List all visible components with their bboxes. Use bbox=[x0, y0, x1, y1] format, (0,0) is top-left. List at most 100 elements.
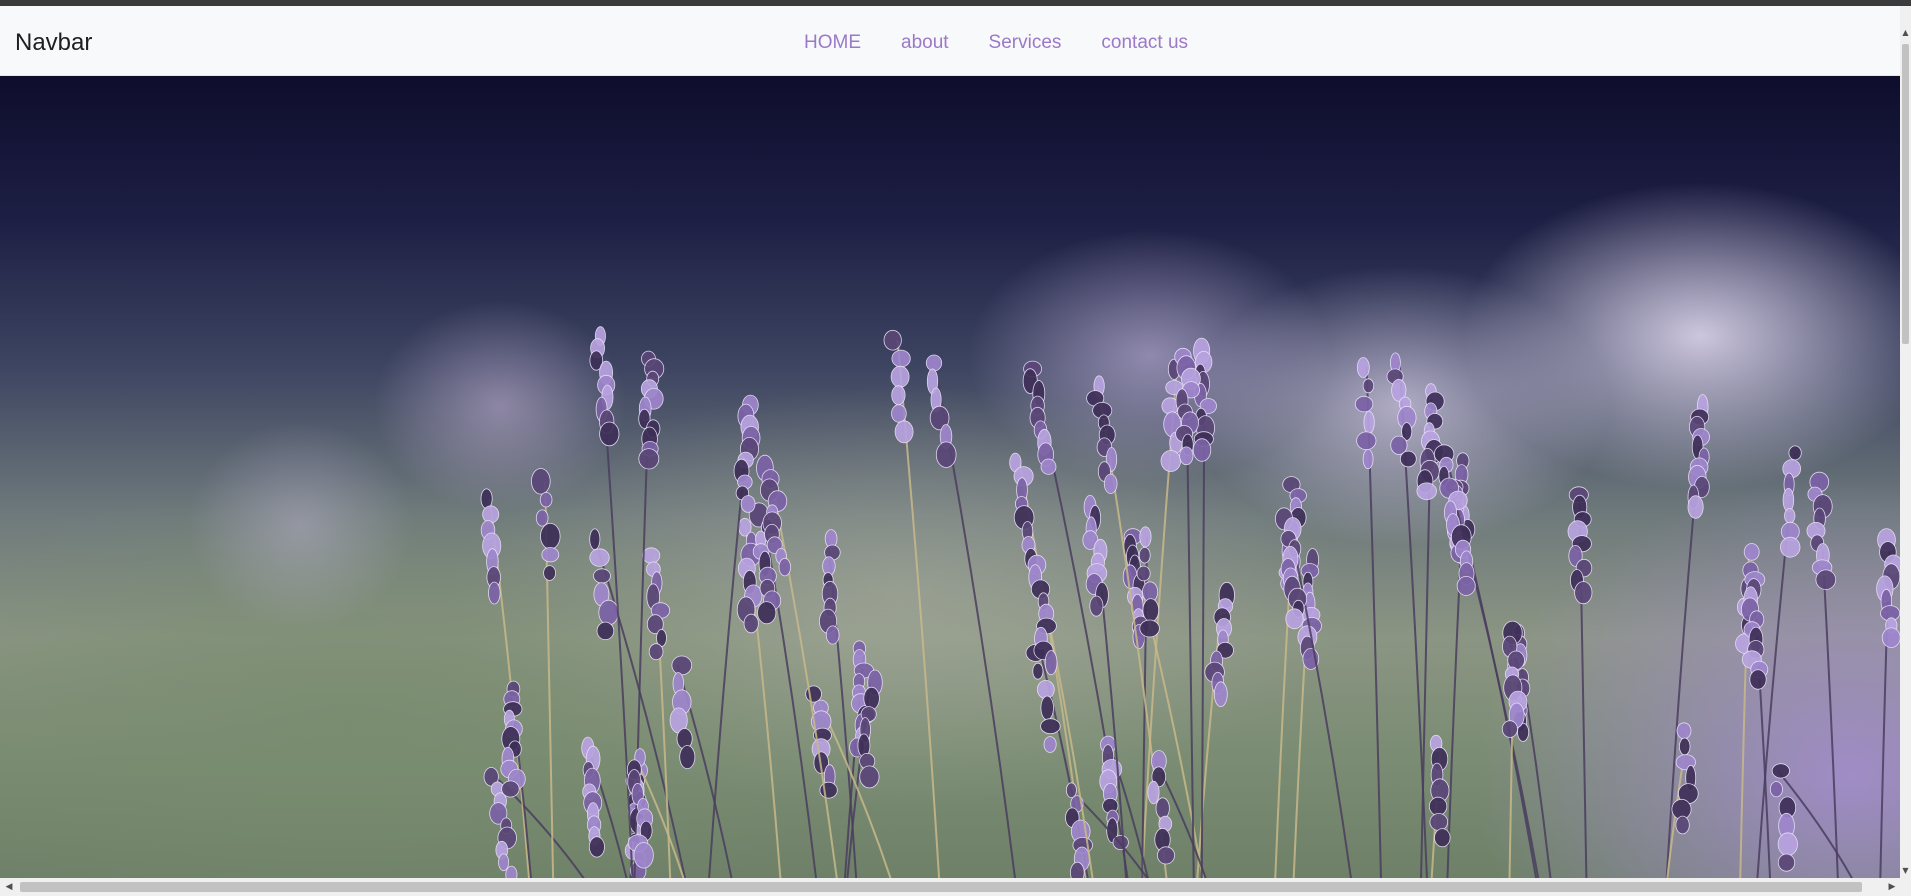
lavender-bud bbox=[1749, 669, 1767, 690]
lavender-bud bbox=[1155, 797, 1170, 819]
scroll-left-arrow-icon[interactable]: ◀ bbox=[2, 878, 16, 896]
navbar-brand[interactable]: Navbar bbox=[15, 28, 92, 58]
lavender-bud bbox=[1434, 828, 1451, 848]
lavender-bud bbox=[1089, 595, 1104, 617]
browser-viewport: Navbar HOME about Services contact us ▲ … bbox=[0, 0, 1911, 896]
lavender-bud bbox=[1179, 446, 1194, 466]
scroll-down-arrow-icon[interactable]: ▼ bbox=[1900, 864, 1911, 878]
lavender-bud bbox=[1147, 780, 1160, 805]
lavender-bud bbox=[1429, 813, 1449, 831]
lavender-bud bbox=[1139, 619, 1160, 638]
nav-link-contact-us[interactable]: contact us bbox=[1081, 30, 1208, 56]
lavender-bud bbox=[642, 547, 661, 564]
lavender-bud bbox=[1356, 431, 1377, 451]
lavender-bud bbox=[498, 853, 510, 872]
lavender-bud bbox=[1040, 458, 1057, 475]
lavender-bud bbox=[648, 643, 664, 661]
lavender-bud bbox=[1399, 450, 1417, 468]
lavender-bud bbox=[1142, 598, 1160, 623]
lavender-bud bbox=[1070, 861, 1085, 878]
lavender-bud bbox=[1363, 410, 1375, 434]
lavender-bud bbox=[891, 404, 907, 423]
horizontal-scroll-thumb[interactable] bbox=[20, 882, 1862, 892]
navbar: Navbar HOME about Services contact us bbox=[0, 6, 1900, 76]
lavender-bud bbox=[1779, 536, 1801, 558]
lavender-bud bbox=[925, 354, 943, 372]
lavender-bud bbox=[1139, 526, 1152, 548]
lavender-bud bbox=[859, 765, 880, 789]
horizontal-scrollbar[interactable]: ◀ ▶ bbox=[0, 878, 1911, 896]
lavender-bud bbox=[1040, 695, 1054, 721]
lavender-bud bbox=[598, 599, 619, 626]
lavender-bud bbox=[1456, 575, 1476, 596]
lavender-bud bbox=[1362, 378, 1375, 394]
lavender-bud bbox=[505, 865, 518, 878]
lavender-bud bbox=[1136, 565, 1151, 582]
lavender-bud bbox=[1501, 720, 1518, 738]
lavender-bud bbox=[1044, 650, 1058, 676]
lavender-bud bbox=[1416, 482, 1437, 501]
lavender-bud bbox=[1788, 445, 1802, 461]
scroll-up-arrow-icon[interactable]: ▲ bbox=[1900, 26, 1911, 40]
lavender-bud bbox=[540, 522, 561, 550]
lavender-bud bbox=[1777, 832, 1798, 856]
lavender-bud bbox=[1354, 395, 1374, 413]
lavender-bud bbox=[596, 621, 615, 641]
lavender-bud bbox=[1213, 681, 1228, 707]
lavender-bud bbox=[757, 601, 777, 625]
lavender-bud bbox=[825, 625, 840, 645]
lavender-bud bbox=[1285, 608, 1304, 630]
lavender-bud bbox=[589, 528, 601, 551]
nav-link-services[interactable]: Services bbox=[969, 30, 1082, 56]
lavender-bud bbox=[1675, 815, 1690, 835]
lavender-bud bbox=[1881, 627, 1900, 648]
lavender-bud bbox=[1743, 543, 1760, 561]
lavender-bud bbox=[894, 420, 914, 444]
lavender-bud bbox=[1362, 449, 1374, 470]
lavender-bud bbox=[633, 842, 654, 869]
lavender-bud bbox=[1065, 782, 1077, 798]
lavender-bud bbox=[743, 613, 759, 634]
lavender-flowers-illustration bbox=[480, 326, 1900, 878]
lavender-bud bbox=[593, 568, 611, 584]
lavender-bud bbox=[671, 655, 693, 676]
lavender-bud bbox=[819, 781, 838, 799]
nav-link-home[interactable]: HOME bbox=[784, 30, 881, 56]
lavender-bud bbox=[891, 349, 911, 368]
lavender-bud bbox=[1356, 357, 1370, 378]
lavender-bud bbox=[1032, 662, 1044, 680]
lavender-bud bbox=[935, 441, 957, 468]
lavender-bud bbox=[1040, 718, 1061, 735]
lavender-bud bbox=[1676, 722, 1692, 740]
lavender-bud bbox=[1777, 853, 1796, 872]
lavender-bud bbox=[1574, 581, 1593, 605]
lavender-bud bbox=[1678, 737, 1691, 756]
lavender-bud bbox=[1815, 569, 1837, 590]
lavender-bud bbox=[1043, 736, 1057, 753]
lavender-bud bbox=[1192, 438, 1212, 462]
lavender-bud bbox=[891, 385, 906, 406]
lavender-bud bbox=[501, 780, 520, 798]
scroll-right-arrow-icon[interactable]: ▶ bbox=[1885, 878, 1899, 896]
lavender-bud bbox=[883, 329, 902, 351]
lavender-bud bbox=[1103, 473, 1118, 494]
lavender-bud bbox=[778, 557, 792, 577]
lavender-bud bbox=[1507, 650, 1525, 671]
lavender-bud bbox=[535, 509, 549, 527]
nav-link-about[interactable]: about bbox=[881, 30, 969, 56]
lavender-bud bbox=[588, 836, 605, 858]
lavender-bud bbox=[543, 565, 556, 581]
vertical-scroll-thumb[interactable] bbox=[1902, 44, 1909, 344]
lavender-bud bbox=[599, 421, 620, 447]
lavender-bud bbox=[740, 495, 756, 513]
hero-image bbox=[0, 76, 1900, 878]
lavender-bud bbox=[541, 547, 560, 563]
lavender-bud bbox=[1138, 546, 1151, 564]
lavender-bud bbox=[1428, 796, 1448, 816]
lavender-bud bbox=[863, 686, 880, 711]
lavender-bud bbox=[638, 448, 660, 470]
lavender-bud bbox=[539, 492, 553, 508]
lavender-bud bbox=[1157, 846, 1176, 865]
vertical-scrollbar[interactable]: ▲ ▼ bbox=[1900, 6, 1911, 878]
lavender-bud bbox=[890, 365, 910, 388]
